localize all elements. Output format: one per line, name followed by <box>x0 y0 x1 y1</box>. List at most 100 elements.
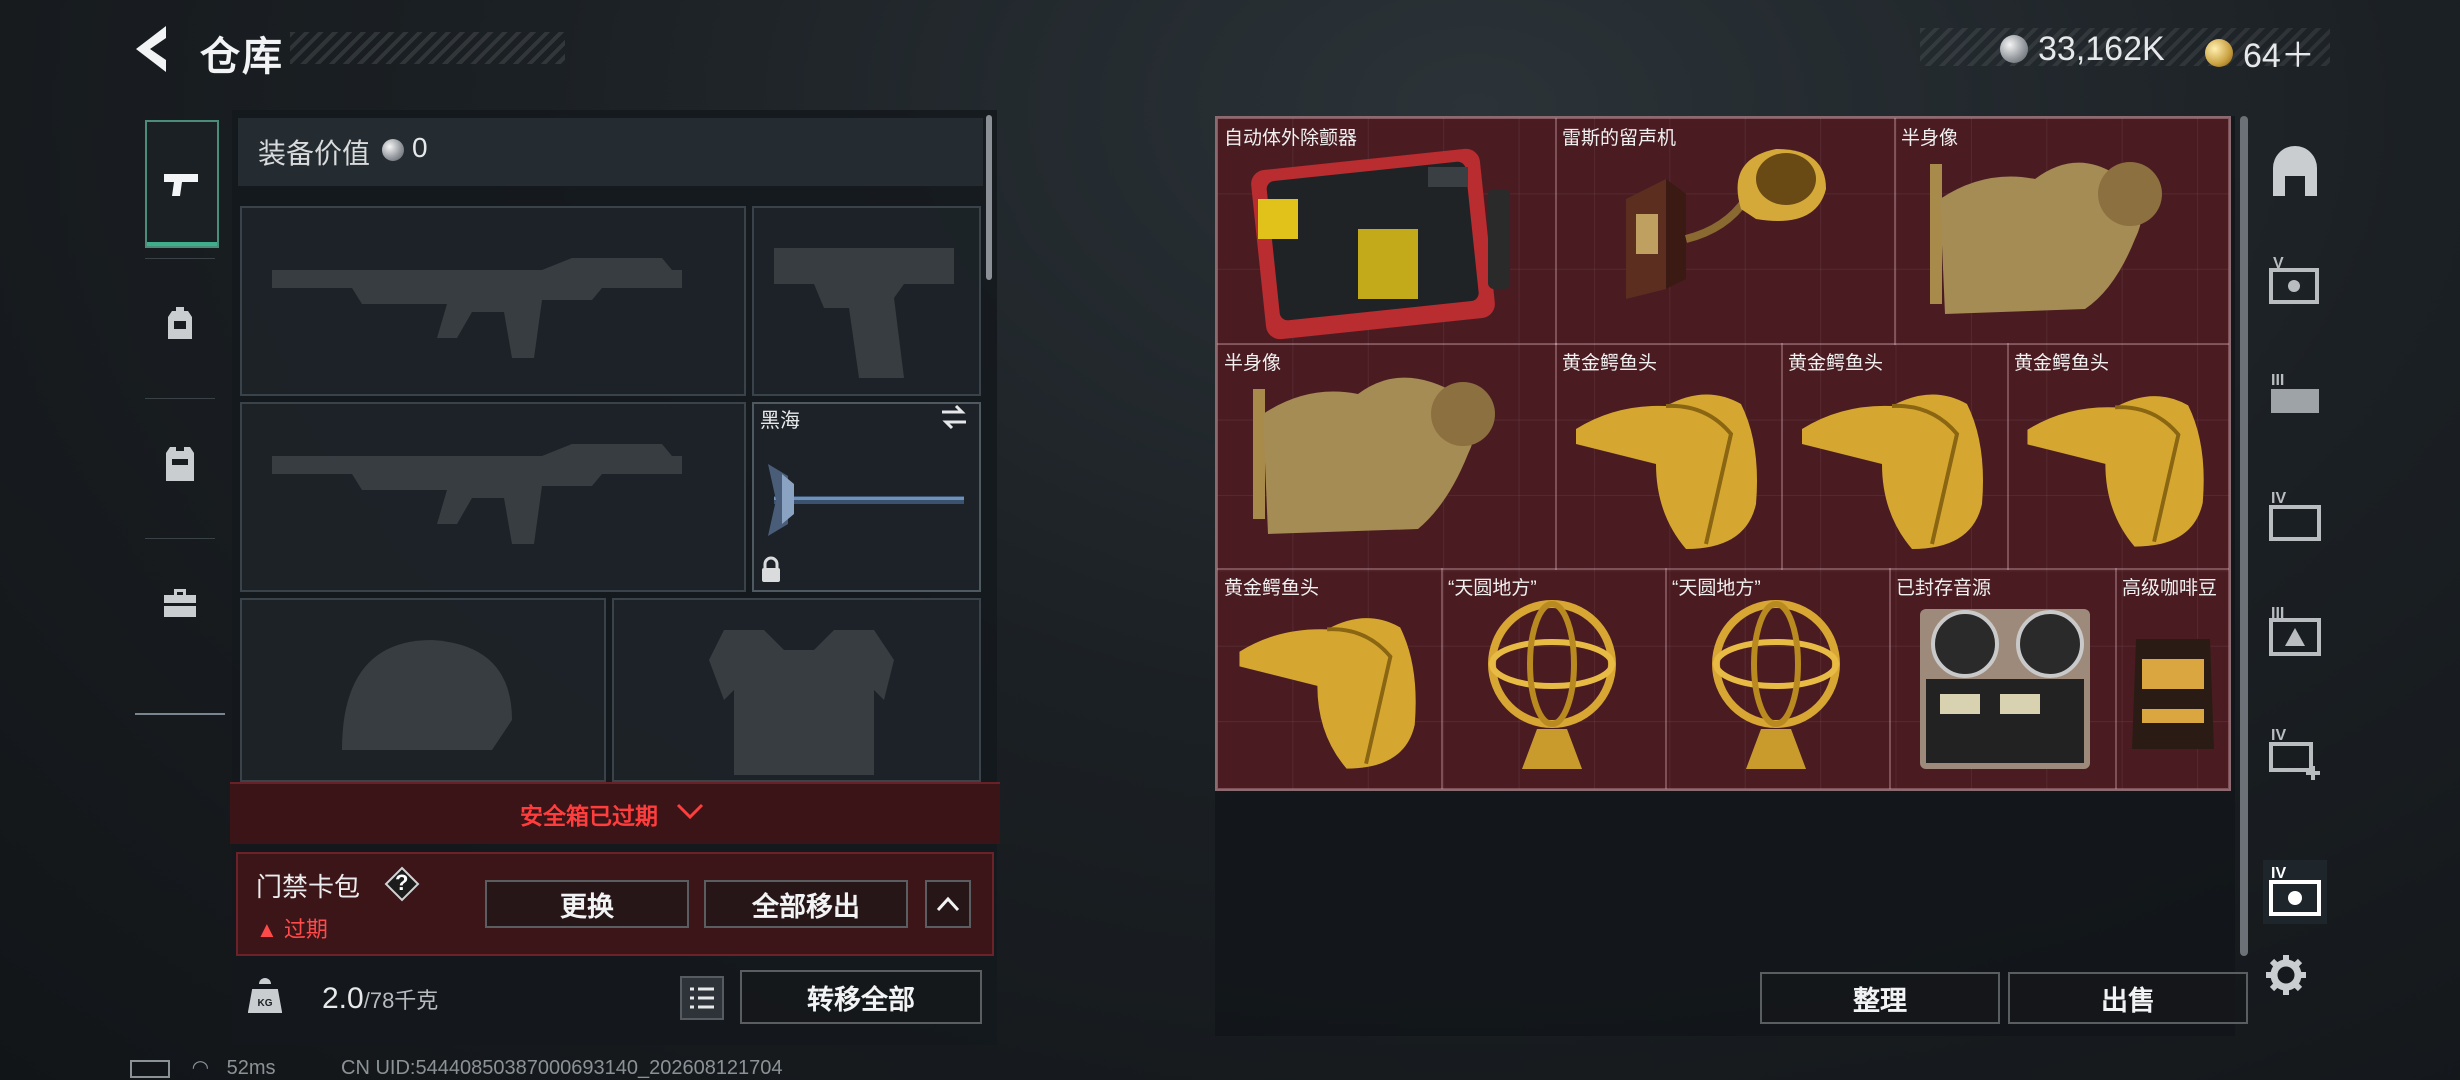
equipment-value: 0 <box>382 132 428 164</box>
slot-secondary-weapon[interactable] <box>240 402 746 592</box>
toolbox-icon <box>164 589 196 617</box>
equipment-scrollbar[interactable] <box>986 115 992 280</box>
gold-crocodile-head-icon <box>1576 394 1757 549</box>
stash-item[interactable]: 黄金鳄鱼头 <box>1781 343 2009 570</box>
stash-item[interactable]: 自动体外除颤器 <box>1217 118 1557 345</box>
iv-case-icon: IV <box>2269 490 2321 541</box>
currency-gold-value: 64＋ <box>2243 37 2315 75</box>
lock-icon <box>760 556 782 584</box>
title-decoration <box>290 32 565 64</box>
stash-item[interactable]: “天圆地方” <box>1665 568 1891 789</box>
sort-button[interactable]: 整理 <box>1760 972 2000 1024</box>
stash-item[interactable]: 已封存音源 <box>1889 568 2117 789</box>
svg-text:III: III <box>2271 605 2284 622</box>
svg-text:IV: IV <box>2271 727 2286 744</box>
ping-text: 52ms <box>226 1057 276 1079</box>
back-button[interactable] <box>130 22 180 76</box>
stash-item[interactable]: 黄金鳄鱼头 <box>1555 343 1783 570</box>
melee-name: 黑海 <box>760 410 800 432</box>
battery-icon <box>130 1059 170 1078</box>
home-icon <box>2273 146 2317 196</box>
bust-icon <box>1930 162 2162 314</box>
gramophone-icon <box>1626 149 1826 299</box>
stash-item[interactable]: 黄金鳄鱼头 <box>1217 568 1443 789</box>
chevron-down-icon <box>675 800 705 822</box>
weight-max: /78千克 <box>363 988 439 1013</box>
slot-helmet[interactable] <box>240 598 606 782</box>
move-all-out-button[interactable]: 全部移出 <box>704 880 908 928</box>
bust-icon <box>1253 377 1495 534</box>
tab-backpack[interactable] <box>145 258 215 388</box>
uid-text: CN UID:544408503870006931​40_20260812170… <box>341 1057 783 1079</box>
slot-body-armor[interactable] <box>612 598 981 782</box>
defibrillator-icon <box>1251 148 1510 340</box>
pistol-silhouette-icon <box>774 248 954 378</box>
keycard-expired-status: ▲ 过期 <box>256 912 328 944</box>
status-bar: ◠ 52ms CN UID:544408503870006931​40_2026… <box>130 1055 783 1080</box>
tab-case-iv-active[interactable]: IV <box>2263 860 2327 924</box>
safe-box-status: 安全箱已过期 <box>520 803 658 829</box>
currency-silver[interactable]: 33,162K <box>2000 28 2165 69</box>
weight-icon: KG <box>247 978 283 1014</box>
tab-box-iii[interactable]: III <box>2263 600 2327 664</box>
wifi-icon: ◠ <box>191 1057 210 1079</box>
iii-case-icon: III <box>2271 372 2319 413</box>
svg-text:IV: IV <box>2271 865 2286 882</box>
transfer-all-button[interactable]: 转移全部 <box>740 970 982 1024</box>
gold-coin-icon <box>2205 38 2233 67</box>
armor-silhouette-icon <box>709 630 894 775</box>
stash-item[interactable]: 高级咖啡豆 <box>2115 568 2229 789</box>
keycard-case-label: 门禁卡包 <box>256 872 361 902</box>
collapse-button[interactable] <box>925 880 971 928</box>
silver-coin-icon <box>382 138 404 161</box>
svg-text:V: V <box>2273 255 2284 272</box>
weight-current: 2.0 <box>322 982 364 1015</box>
tab-tools[interactable] <box>145 538 215 668</box>
gear-icon <box>2266 955 2306 995</box>
replace-button[interactable]: 更换 <box>485 880 689 928</box>
tab-home[interactable] <box>2263 140 2327 204</box>
stash-item[interactable]: 半身像 <box>1217 343 1557 570</box>
category-tabs <box>135 108 225 715</box>
iv-case-active-icon: IV <box>2269 865 2321 916</box>
swap-icon[interactable] <box>938 404 970 430</box>
help-button[interactable]: ? <box>384 866 420 902</box>
pistol-icon <box>164 174 198 196</box>
stash-scrollbar[interactable] <box>2240 116 2248 956</box>
tab-case-iv[interactable]: IV <box>2263 485 2327 549</box>
v-case-icon: V <box>2269 255 2319 304</box>
stash-item[interactable]: 雷斯的留声机 <box>1555 118 1896 345</box>
chevron-up-icon <box>936 896 960 912</box>
iii-box-icon: III <box>2269 605 2321 656</box>
armillary-sphere-icon <box>1488 600 1616 769</box>
armillary-sphere-icon <box>1712 600 1840 769</box>
list-view-button[interactable] <box>680 976 724 1020</box>
equipment-value-label: 装备价值 <box>258 138 371 169</box>
slot-sidearm[interactable] <box>752 206 981 396</box>
stash-grid: 自动体外除颤器 雷斯的留声机 半身像 半身像 黄金鳄鱼头 黄金鳄鱼头 黄金鳄鱼头… <box>1215 116 2231 791</box>
currency-gold[interactable]: 64＋ <box>2205 28 2315 77</box>
tab-case-v[interactable]: V <box>2263 250 2327 314</box>
stash-item[interactable]: 黄金鳄鱼头 <box>2007 343 2229 570</box>
backpack-icon <box>168 307 192 339</box>
coffee-bag-icon <box>2132 639 2214 749</box>
svg-text:KG: KG <box>258 998 273 1009</box>
stash-item[interactable]: “天圆地方” <box>1441 568 1667 789</box>
settings-button[interactable] <box>2263 952 2309 998</box>
iv-plus-icon: IV <box>2269 727 2320 780</box>
svg-text:III: III <box>2271 372 2284 389</box>
tab-med-iv[interactable]: IV <box>2263 720 2327 784</box>
vest-icon <box>166 447 194 481</box>
tab-armor[interactable] <box>145 398 215 528</box>
stash-item[interactable]: 半身像 <box>1894 118 2229 345</box>
tab-case-iii[interactable]: III <box>2263 365 2327 429</box>
gold-crocodile-head-icon <box>1239 618 1416 769</box>
warning-icon: ▲ <box>256 917 278 942</box>
tab-weapons[interactable] <box>145 120 219 248</box>
sell-button[interactable]: 出售 <box>2008 972 2248 1024</box>
help-icon-glyph: ? <box>395 870 409 895</box>
slot-primary-weapon[interactable] <box>240 206 746 396</box>
currency-silver-value: 33,162K <box>2038 29 2165 68</box>
gold-crocodile-head-icon <box>1802 394 1983 549</box>
tape-recorder-icon <box>1920 609 2090 769</box>
